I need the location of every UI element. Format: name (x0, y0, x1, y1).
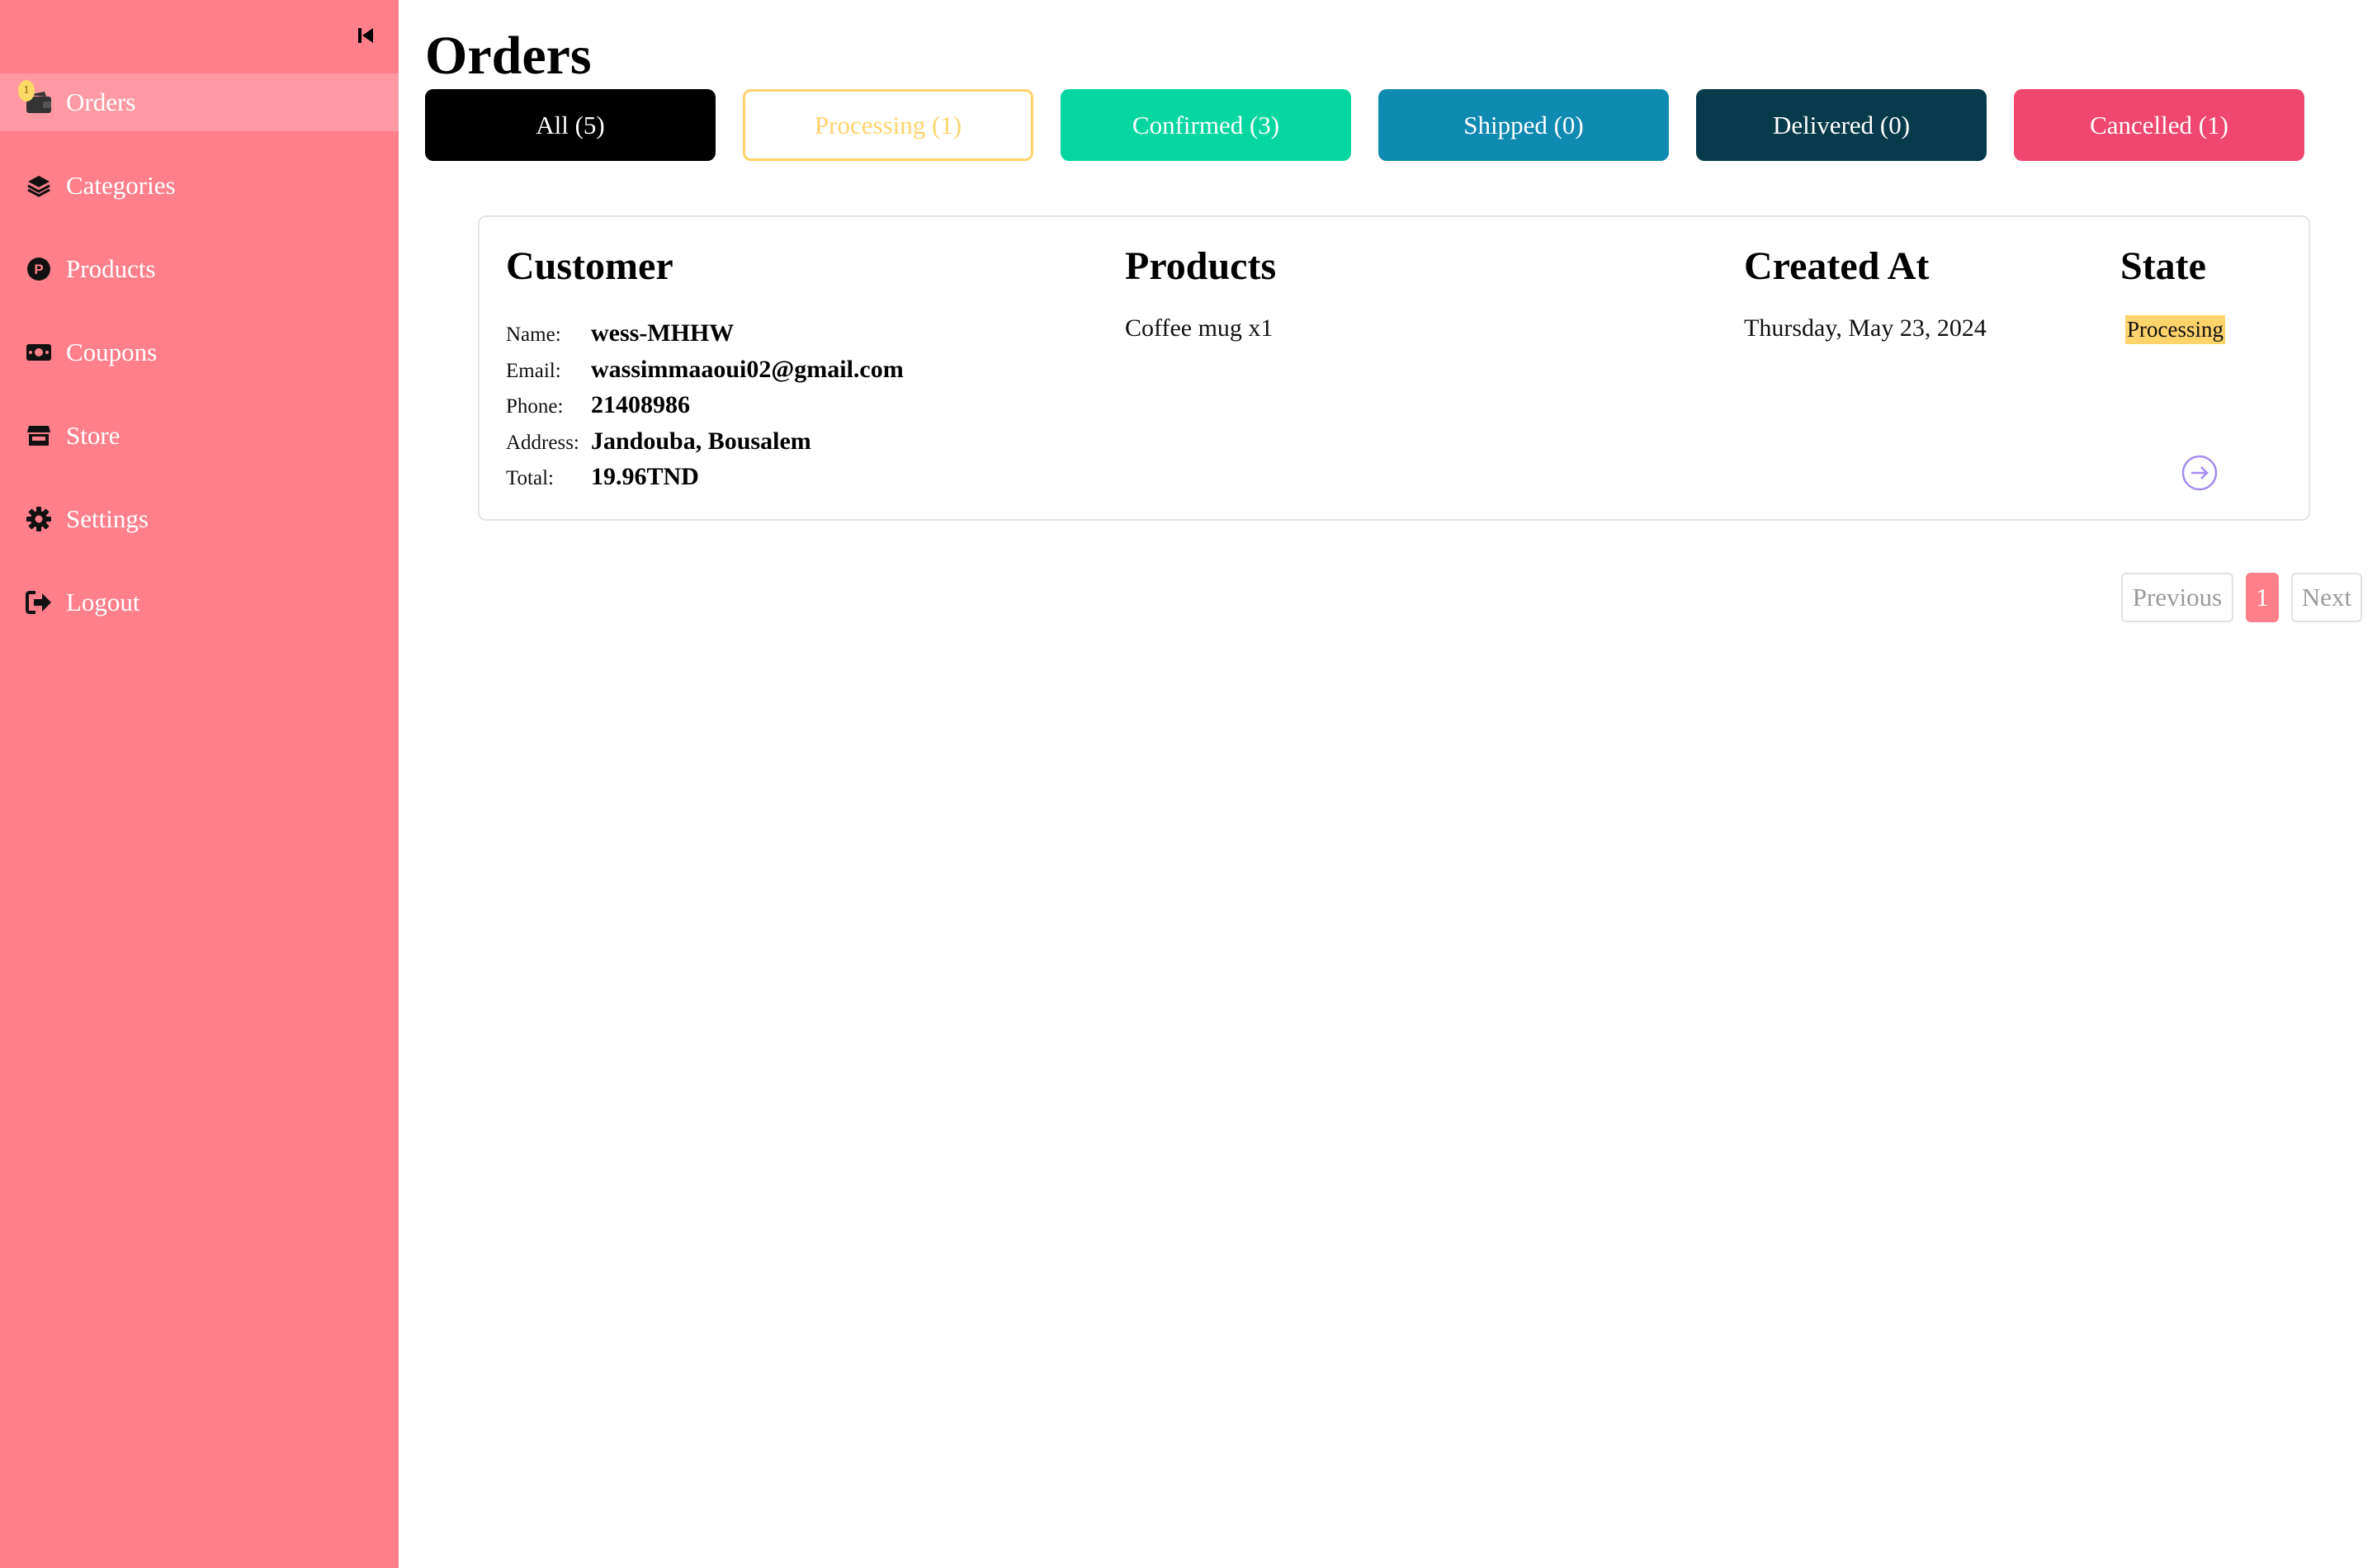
next-page-button[interactable]: Next (2291, 573, 2362, 622)
products-header: Products (1125, 244, 1277, 288)
sidebar-nav: 1 Orders Categories P Products Coupons S… (0, 73, 399, 657)
filter-all-button[interactable]: All (5) (425, 89, 716, 161)
customer-name-row: Name: wess-MHHW (506, 319, 904, 356)
customer-phone: 21408986 (591, 391, 690, 418)
layers-icon (25, 172, 53, 200)
sidebar-item-label: Logout (66, 588, 140, 616)
state-header: State (2120, 244, 2206, 288)
order-products: Coffee mug x1 (1125, 314, 1274, 342)
filter-cancelled-button[interactable]: Cancelled (1) (2014, 89, 2304, 161)
name-key: Name: (506, 324, 561, 346)
customer-phone-row: Phone: 21408986 (506, 391, 904, 427)
sidebar-item-label: Products (66, 254, 156, 283)
filter-processing-button[interactable]: Processing (1) (743, 89, 1033, 161)
orders-badge: 1 (18, 80, 35, 102)
filter-delivered-button[interactable]: Delivered (0) (1696, 89, 1987, 161)
total-key: Total: (506, 467, 554, 489)
order-total: 19.96TND (591, 463, 699, 490)
gear-icon (25, 505, 53, 533)
email-key: Email: (506, 359, 561, 382)
svg-text:P: P (34, 262, 43, 277)
sidebar-item-categories[interactable]: Categories (0, 157, 399, 215)
sidebar-item-label: Store (66, 421, 121, 450)
filter-shipped-button[interactable]: Shipped (0) (1378, 89, 1669, 161)
sidebar-item-products[interactable]: P Products (0, 240, 399, 298)
address-key: Address: (506, 431, 579, 454)
order-card: Customer Products Created At State Name:… (478, 215, 2310, 521)
filter-confirmed-button[interactable]: Confirmed (3) (1061, 89, 1351, 161)
phone-key: Phone: (506, 395, 564, 418)
sidebar-item-store[interactable]: Store (0, 407, 399, 465)
sidebar-item-settings[interactable]: Settings (0, 490, 399, 548)
store-icon (25, 422, 53, 450)
page-1-button[interactable]: 1 (2246, 573, 2279, 622)
money-icon (25, 338, 53, 366)
customer-header: Customer (506, 244, 673, 288)
customer-address-row: Address: Jandouba, Bousalem (506, 427, 904, 464)
order-status-filters: All (5) Processing (1) Confirmed (3) Shi… (425, 89, 2304, 161)
created-at-header: Created At (1744, 244, 1930, 288)
app: 1 Orders Categories P Products Coupons S… (0, 0, 2377, 1568)
product-icon: P (25, 255, 53, 283)
skip-back-icon (358, 28, 373, 43)
sidebar-item-orders[interactable]: 1 Orders (0, 73, 399, 131)
sidebar-item-label: Categories (66, 171, 176, 200)
arrow-right-circle-icon (2181, 455, 2218, 491)
sidebar-item-label: Settings (66, 504, 149, 533)
order-total-row: Total: 19.96TND (506, 463, 904, 499)
customer-email-row: Email: wassimmaaoui02@gmail.com (506, 356, 904, 392)
sidebar-item-coupons[interactable]: Coupons (0, 324, 399, 381)
sidebar-item-label: Coupons (66, 338, 158, 366)
customer-name: wess-MHHW (591, 319, 735, 347)
page-title: Orders (425, 26, 592, 86)
order-created-at: Thursday, May 23, 2024 (1744, 314, 1987, 342)
customer-address: Jandouba, Bousalem (591, 427, 811, 455)
previous-page-button[interactable]: Previous (2121, 573, 2233, 622)
collapse-sidebar-button[interactable] (353, 23, 378, 48)
logout-icon (25, 588, 53, 616)
status-badge: Processing (2125, 315, 2225, 344)
sidebar: 1 Orders Categories P Products Coupons S… (0, 0, 399, 1568)
pagination: Previous 1 Next (2121, 573, 2362, 622)
sidebar-item-label: Orders (66, 87, 136, 116)
customer-details: Name: wess-MHHW Email: wassimmaaoui02@gm… (506, 319, 904, 499)
sidebar-item-logout[interactable]: Logout (0, 574, 399, 631)
view-order-button[interactable] (2180, 453, 2219, 493)
customer-email: wassimmaaoui02@gmail.com (591, 355, 904, 383)
